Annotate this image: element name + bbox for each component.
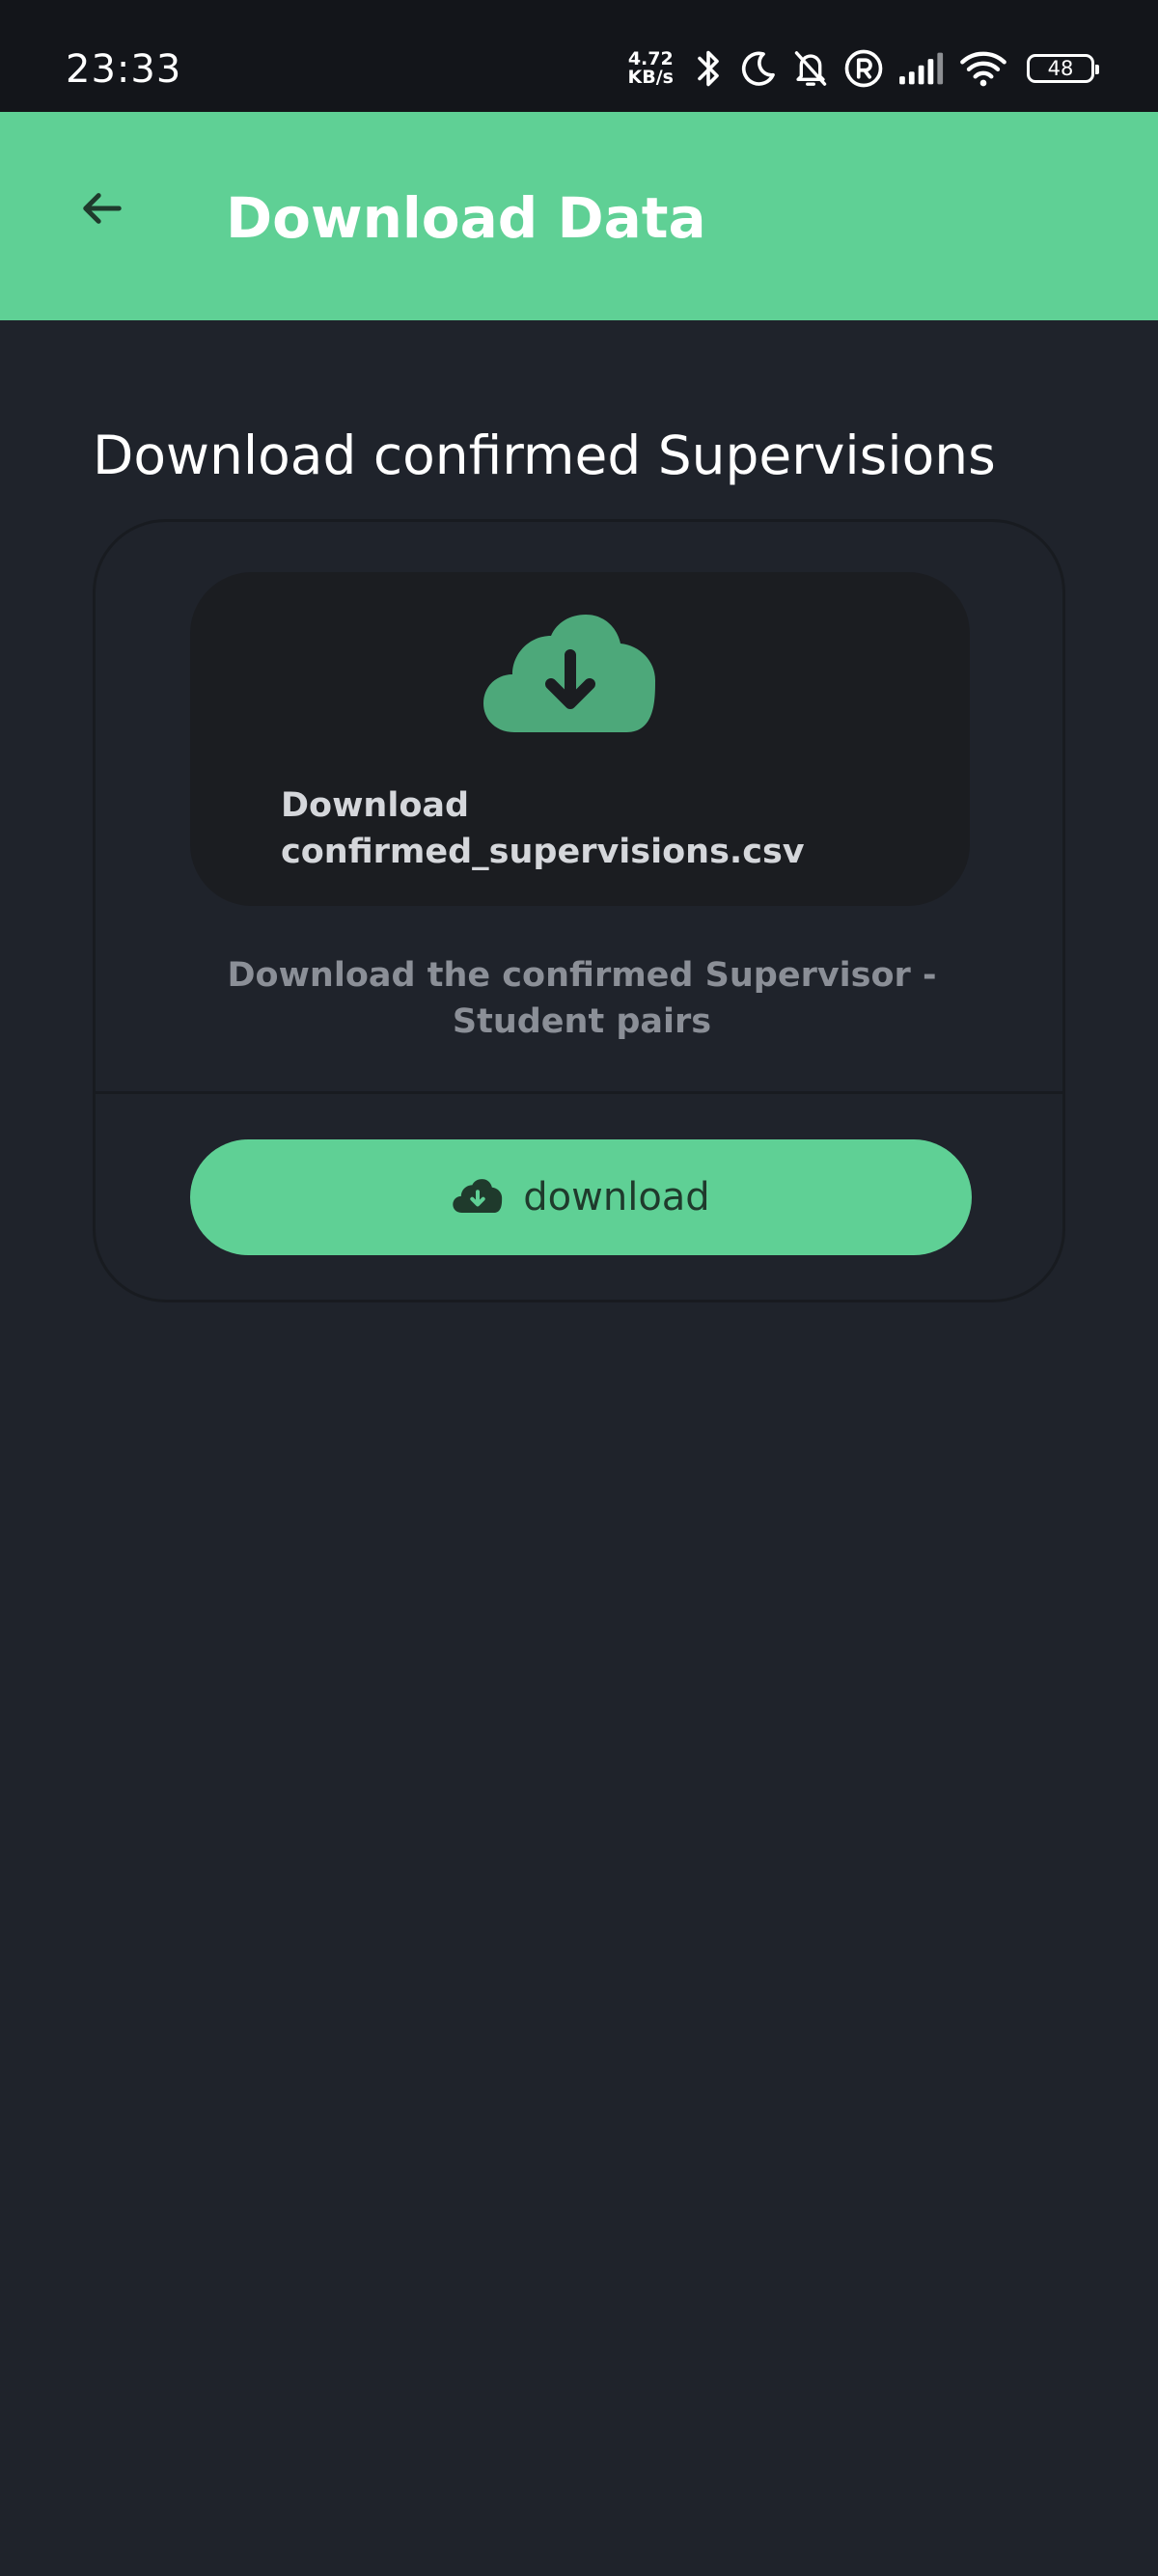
divider	[96, 1091, 1062, 1094]
page-title: Download Data	[226, 185, 706, 251]
section-title: Download confirmed Supervisions	[93, 425, 996, 486]
status-icons: 4.72 KB/s 48	[628, 41, 1099, 96]
battery-level: 48	[1047, 57, 1074, 80]
network-speed-unit: KB/s	[627, 67, 674, 88]
file-label-filename: confirmed_supervisions.csv	[281, 833, 805, 871]
download-button[interactable]: download	[190, 1139, 972, 1255]
download-card: Download confirmed_supervisions.csv Down…	[93, 519, 1065, 1302]
cloud-download-icon	[453, 1179, 503, 1213]
bluetooth-icon	[698, 50, 719, 87]
network-speed: 4.72 KB/s	[628, 50, 674, 87]
file-label: Download confirmed_supervisions.csv	[281, 782, 805, 875]
card-description: Download the confirmed Supervisor - Stud…	[227, 956, 937, 1041]
cellular-signal-icon	[899, 52, 944, 85]
wifi-icon	[960, 51, 1006, 87]
file-label-action: Download	[281, 786, 470, 825]
arrow-left-icon	[83, 193, 122, 224]
app-bar: Download Data	[0, 112, 1158, 320]
status-time: 23:33	[66, 47, 182, 92]
status-bar: 23:33 4.72 KB/s 48	[0, 0, 1158, 112]
notifications-off-icon	[794, 51, 827, 86]
battery-icon: 48	[1027, 54, 1099, 83]
back-button[interactable]	[66, 172, 139, 245]
do-not-disturb-moon-icon	[741, 51, 775, 86]
download-button-label: download	[523, 1175, 710, 1219]
cloud-download-icon	[483, 615, 655, 732]
registered-icon	[844, 49, 883, 88]
file-tile[interactable]: Download confirmed_supervisions.csv	[190, 572, 970, 906]
